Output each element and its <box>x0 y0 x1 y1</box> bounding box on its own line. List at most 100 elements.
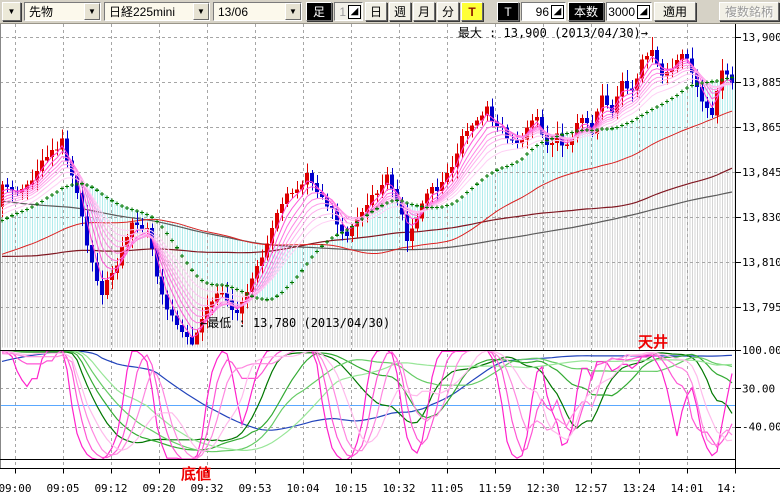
time-axis-label: 14: <box>717 482 737 495</box>
candle-body <box>645 56 649 60</box>
symbol-select[interactable]: 日経225mini ▼ <box>104 2 210 21</box>
spinner-dial-icon[interactable]: ◢ <box>637 5 650 19</box>
candle-body <box>425 194 429 204</box>
chart-menu-dropdown[interactable]: ▼ <box>2 2 21 21</box>
time-axis-label: 09:32 <box>190 482 223 495</box>
ceiling-annotation: 天井 <box>638 333 668 351</box>
interval-value: 1 <box>339 5 348 19</box>
candle-body <box>650 50 654 56</box>
price-axis-label: 13,810 <box>742 256 780 269</box>
toolbar: ▼ 先物 ▼ 日経225mini ▼ 13/06 ▼ 足 1 ◢ 日 週 月 分… <box>0 0 780 24</box>
time-axis-label: 12:30 <box>526 482 559 495</box>
osc-axis-label: -40.00 <box>742 421 780 434</box>
candle-body <box>580 118 584 123</box>
tick-size-button[interactable]: T <box>497 2 519 21</box>
candle-body <box>290 193 294 194</box>
time-axis-label: 11:59 <box>478 482 511 495</box>
period-month-button[interactable]: 月 <box>413 2 435 21</box>
price-axis-label: 13,845 <box>742 166 780 179</box>
candle-body <box>435 187 439 191</box>
tick-size-spinner[interactable]: 96 ◢ <box>521 2 566 21</box>
candle-body <box>5 184 9 187</box>
apply-button[interactable]: 適用 <box>654 2 696 21</box>
interval-spinner[interactable]: 1 ◢ <box>334 2 363 21</box>
time-axis-label: 10:04 <box>286 482 319 495</box>
contract-month-value: 13/06 <box>214 3 285 20</box>
time-axis-label: 12:57 <box>574 482 607 495</box>
candle-body <box>585 118 589 123</box>
price-axis-label: 13,795 <box>742 301 780 314</box>
max-price-annotation: 最大 : 13,900 (2013/04/30)→ <box>458 26 648 40</box>
floor-annotation: 底値 <box>181 465 211 483</box>
time-axis-label: 09:00 <box>0 482 32 495</box>
candle-body <box>565 145 569 146</box>
time-axis-label: 10:15 <box>334 482 367 495</box>
instrument-type-value: 先物 <box>25 3 84 20</box>
price-axis-label: 13,865 <box>742 121 780 134</box>
candle-body <box>100 281 104 295</box>
tick-size-value: 96 <box>536 5 551 19</box>
symbol-value: 日経225mini <box>105 3 193 20</box>
candle-body <box>190 337 194 345</box>
spinner-dial-icon[interactable]: ◢ <box>348 5 361 19</box>
chart-application: 13,900 13,885 13,865 13,845 13,830 13,810 13,7… <box>0 0 780 500</box>
chevron-down-icon: ▼ <box>8 7 16 16</box>
candle-body <box>345 232 349 236</box>
rci-green <box>2 351 732 450</box>
period-day-button[interactable]: 日 <box>365 2 387 21</box>
candle-body <box>430 187 434 194</box>
time-axis-label: 10:32 <box>382 482 415 495</box>
candle-body <box>105 280 109 295</box>
candle-body <box>235 310 239 313</box>
candle-body <box>705 102 709 109</box>
time-axis-label: 13:24 <box>622 482 655 495</box>
bar-count-value: 3000 <box>608 5 637 19</box>
spinner-dial-icon[interactable]: ◢ <box>551 5 564 19</box>
time-axis-label: 11:05 <box>430 482 463 495</box>
time-axis-label: 09:20 <box>142 482 175 495</box>
rci-green <box>2 351 732 452</box>
bar-count-button[interactable]: 本数 <box>568 2 604 21</box>
period-tick-button[interactable]: T <box>461 2 483 21</box>
price-axis-label: 13,885 <box>742 76 780 89</box>
candle-body <box>275 213 279 228</box>
rci-pink <box>2 351 732 452</box>
price-axis-label: 13,830 <box>742 211 780 224</box>
candle-body <box>710 108 714 115</box>
chevron-down-icon[interactable]: ▼ <box>193 3 209 20</box>
candle-body <box>410 228 414 241</box>
min-price-annotation: ←最低 : 13,780 (2013/04/30) <box>200 316 390 330</box>
period-week-button[interactable]: 週 <box>389 2 411 21</box>
contract-month-select[interactable]: 13/06 ▼ <box>213 2 302 21</box>
time-axis-label: 09:05 <box>46 482 79 495</box>
period-minute-button[interactable]: 分 <box>437 2 459 21</box>
chevron-down-icon[interactable]: ▼ <box>84 3 100 20</box>
chevron-down-icon[interactable]: ▼ <box>285 3 301 20</box>
candle-body <box>465 131 469 136</box>
instrument-type-select[interactable]: 先物 ▼ <box>24 2 101 21</box>
candle-body <box>180 325 184 332</box>
bar-count-spinner[interactable]: 3000 ◢ <box>606 2 652 21</box>
candle-body <box>535 117 539 120</box>
candle-body <box>45 157 49 161</box>
bar-type-button[interactable]: 足 <box>306 2 332 21</box>
candle-body <box>375 194 379 195</box>
candle-body <box>605 96 609 106</box>
price-chart-canvas[interactable]: 13,900 13,885 13,865 13,845 13,830 13,810 13,7… <box>0 0 780 500</box>
rci-green <box>2 350 732 450</box>
candle-body <box>725 70 729 74</box>
candle-body <box>220 293 224 294</box>
candle-body <box>550 143 554 145</box>
osc-axis-label: 100.00 <box>742 344 780 357</box>
candle-body <box>135 222 139 225</box>
time-axis-label: 14:01 <box>670 482 703 495</box>
osc-axis-label: 30.00 <box>742 382 775 395</box>
candle-body <box>170 310 174 316</box>
candle-body <box>685 54 689 59</box>
time-axis-label: 09:53 <box>238 482 271 495</box>
price-axis-label: 13,900 <box>742 31 780 44</box>
candle-body <box>625 81 629 89</box>
time-axis-label: 09:12 <box>94 482 127 495</box>
multi-symbol-button[interactable]: 複数銘柄 <box>719 2 779 21</box>
candle-body <box>470 126 474 132</box>
